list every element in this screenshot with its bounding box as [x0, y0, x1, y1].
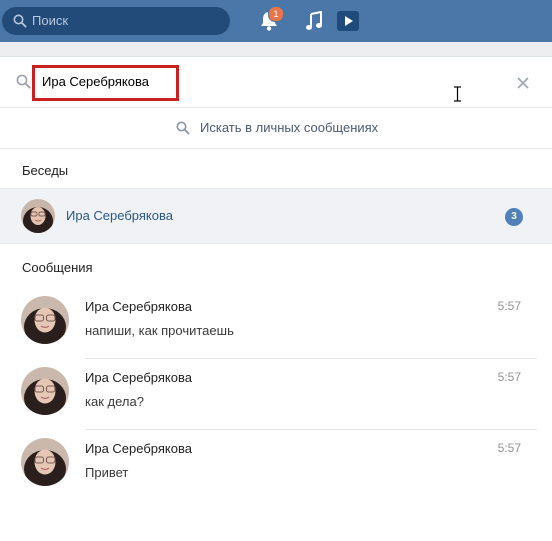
text-cursor-icon: [453, 86, 462, 107]
message-time: 5:57: [497, 441, 521, 455]
unread-count-badge: 3: [505, 208, 523, 226]
message-sender: Ира Серебрякова: [85, 299, 192, 314]
search-results-panel: Ира Серебрякова Искать в личных сообщени…: [0, 56, 552, 541]
video-icon[interactable]: [336, 10, 360, 37]
message-item[interactable]: Ира Серебрякова 5:57 Привет: [0, 438, 552, 510]
message-time: 5:57: [497, 370, 521, 384]
header-gap: [0, 42, 552, 56]
message-sender: Ира Серебрякова: [85, 370, 192, 385]
music-icon[interactable]: [305, 10, 323, 36]
avatar: [21, 296, 69, 344]
global-search-placeholder: Поиск: [32, 13, 69, 28]
messages-heading: Сообщения: [22, 260, 93, 275]
divider: [85, 429, 537, 430]
query-row: Ира Серебрякова: [0, 57, 552, 108]
search-private-messages-label: Искать в личных сообщениях: [200, 120, 379, 135]
message-text: Привет: [85, 465, 129, 480]
conversation-item[interactable]: Ира Серебрякова 3: [0, 188, 552, 244]
message-text: напиши, как прочитаешь: [85, 323, 234, 338]
top-header: Поиск 1: [0, 0, 552, 42]
message-sender: Ира Серебрякова: [85, 441, 192, 456]
global-search-input[interactable]: Поиск: [2, 7, 230, 35]
avatar: [21, 438, 69, 486]
message-item[interactable]: Ира Серебрякова 5:57 напиши, как прочита…: [0, 296, 552, 368]
divider: [85, 358, 537, 359]
conversations-heading: Беседы: [22, 163, 69, 178]
close-icon[interactable]: [517, 76, 529, 94]
search-icon: [16, 74, 31, 94]
search-icon: [176, 121, 190, 140]
search-icon: [13, 14, 27, 33]
avatar: [21, 199, 55, 233]
notification-count-badge: 1: [268, 6, 284, 22]
message-time: 5:57: [497, 299, 521, 313]
search-query-input[interactable]: Ира Серебрякова: [42, 74, 149, 89]
avatar: [21, 367, 69, 415]
search-private-messages-button[interactable]: Искать в личных сообщениях: [0, 108, 552, 149]
message-item[interactable]: Ира Серебрякова 5:57 как дела?: [0, 367, 552, 439]
conversation-name: Ира Серебрякова: [66, 208, 173, 223]
message-text: как дела?: [85, 394, 144, 409]
